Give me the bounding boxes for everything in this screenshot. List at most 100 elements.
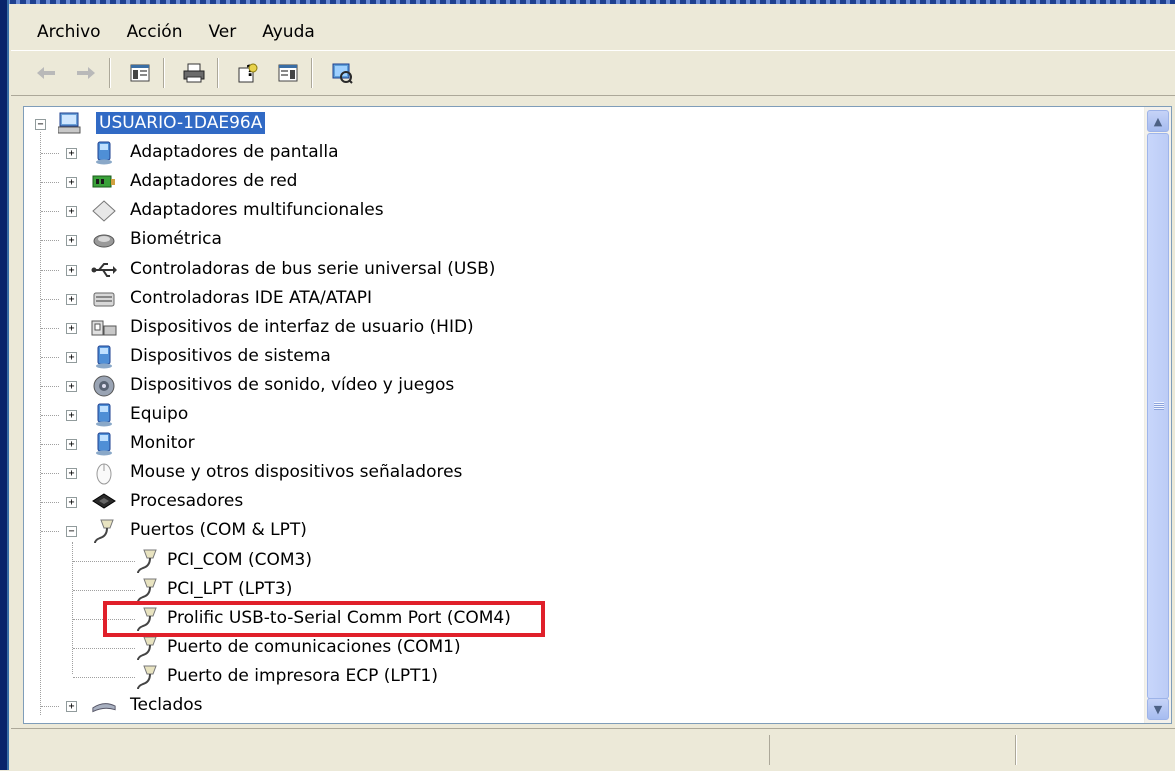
menu-accion[interactable]: Acción <box>115 22 197 42</box>
tree-line <box>41 473 59 475</box>
tree-item-procesadores[interactable]: + Procesadores <box>24 488 724 517</box>
tree-line <box>41 415 59 416</box>
tree-item-controladoras-ide-ata-atapi[interactable]: + Controladoras IDE ATA/ATAPI <box>24 285 724 314</box>
tree-item-pci-com-com3[interactable]: PCI_COM (COM3) <box>24 547 724 576</box>
tree-item-label: Puerto de comunicaciones (COM1) <box>167 636 461 657</box>
tree-item-label: PCI_COM (COM3) <box>167 549 312 570</box>
tree-item-label: Dispositivos de interfaz de usuario (HID… <box>130 316 474 337</box>
expand-toggle[interactable]: + <box>66 439 77 451</box>
back-button[interactable] <box>29 56 63 90</box>
scan-hardware-button[interactable] <box>325 56 359 90</box>
scroll-thumb[interactable] <box>1147 133 1169 699</box>
expand-toggle[interactable]: + <box>66 468 77 480</box>
tree-line <box>73 647 135 649</box>
tree-root-label: USUARIO-1DAE96A <box>96 112 266 134</box>
expand-toggle[interactable]: + <box>66 410 77 421</box>
expand-toggle[interactable]: + <box>66 293 77 305</box>
status-panel <box>1015 735 1175 765</box>
tree-root[interactable]: − USUARIO-1DAE96A <box>24 110 624 139</box>
tree-line <box>41 444 59 446</box>
tree-line <box>41 385 59 387</box>
tree-line <box>41 502 59 504</box>
menu-bar: Archivo Acción Ver Ayuda <box>11 14 1175 50</box>
processor-icon <box>91 489 117 515</box>
show-hide-console-tree-icon <box>130 64 150 82</box>
vertical-scrollbar[interactable]: ▲ ▼ <box>1144 107 1171 723</box>
tree-item-label: Dispositivos de sistema <box>130 345 331 366</box>
display-adapter-icon <box>91 140 117 166</box>
action-pane-button[interactable] <box>271 56 305 90</box>
tree-item-puerto-de-impresora-ecp-lpt1[interactable]: Puerto de impresora ECP (LPT1) <box>24 663 724 692</box>
tree-line <box>73 560 135 562</box>
scroll-down-button[interactable]: ▼ <box>1147 698 1169 720</box>
tree-item-adaptadores-de-red[interactable]: + Adaptadores de red <box>24 168 724 197</box>
port-icon <box>134 577 160 603</box>
expand-toggle[interactable]: + <box>66 322 77 334</box>
highlight-annotation <box>103 601 545 637</box>
toolbar-separator <box>311 58 313 88</box>
console-tree-button[interactable] <box>123 56 157 90</box>
tree-line <box>73 676 135 678</box>
tree-line <box>41 240 59 242</box>
tree-item-adaptadores-multifuncionales[interactable]: + Adaptadores multifuncionales <box>24 197 724 226</box>
window-left-border <box>0 0 9 770</box>
status-panel <box>769 735 1017 765</box>
tree-item-equipo[interactable]: + Equipo <box>24 401 724 430</box>
tree-item-dispositivos-de-interfaz-de-usuario-hid[interactable]: + Dispositivos de interfaz de usuario (HI… <box>24 314 724 343</box>
tree-line <box>73 589 135 591</box>
tree-item-label: Dispositivos de sonido, vídeo y juegos <box>130 374 455 395</box>
tree-item-mouse-y-otros-dispositivos-senaladores[interactable]: + Mouse y otros dispositivos señaladores <box>24 459 724 488</box>
tree-item-label: Puerto de impresora ECP (LPT1) <box>167 665 438 686</box>
expand-toggle[interactable]: + <box>66 351 77 363</box>
menu-ayuda[interactable]: Ayuda <box>250 22 329 42</box>
computer-icon <box>91 402 117 428</box>
collapse-toggle[interactable]: − <box>66 526 77 538</box>
sound-icon <box>91 373 117 399</box>
expand-toggle[interactable]: + <box>66 148 77 160</box>
multifunction-adapter-icon <box>91 198 117 224</box>
print-button[interactable] <box>177 56 211 90</box>
expand-toggle[interactable]: + <box>66 264 77 276</box>
tree-item-label: Teclados <box>130 695 203 715</box>
network-adapter-icon <box>91 169 117 195</box>
expand-toggle[interactable]: + <box>66 177 77 189</box>
ide-controller-icon <box>91 286 117 312</box>
expand-toggle[interactable]: + <box>66 235 77 247</box>
forward-button[interactable] <box>69 56 103 90</box>
port-icon <box>134 635 160 661</box>
tree-item-dispositivos-de-sistema[interactable]: + Dispositivos de sistema <box>24 343 724 372</box>
tree-line <box>41 182 59 184</box>
tree-line <box>41 269 59 271</box>
window-top-border <box>0 0 1175 4</box>
scroll-up-button[interactable]: ▲ <box>1147 110 1169 132</box>
expand-toggle[interactable]: + <box>66 380 77 392</box>
toolbar-separator <box>163 58 165 88</box>
tree-item-biometrica[interactable]: + Biométrica <box>24 226 724 255</box>
expand-toggle[interactable]: + <box>66 497 77 509</box>
menu-archivo[interactable]: Archivo <box>11 22 115 42</box>
tree-item-label: Controladoras de bus serie universal (US… <box>130 258 496 279</box>
collapse-toggle[interactable]: − <box>35 119 46 130</box>
menu-ver[interactable]: Ver <box>197 22 251 42</box>
tree-item-label: Biométrica <box>130 229 222 250</box>
expand-toggle[interactable]: + <box>66 701 77 712</box>
tree-item-teclados[interactable]: + Teclados <box>24 692 724 721</box>
tree-line <box>41 153 59 155</box>
tree-item-puertos-com-lpt[interactable]: − Puertos (COM & LPT) <box>24 517 724 546</box>
tree-line <box>41 531 59 533</box>
tree-line <box>41 327 59 329</box>
tree-item-adaptadores-de-pantalla[interactable]: + Adaptadores de pantalla <box>24 139 724 168</box>
help-button[interactable]: ? <box>231 56 265 90</box>
computer-icon <box>57 110 83 136</box>
expand-toggle[interactable]: + <box>66 206 77 218</box>
tree-item-monitor[interactable]: + Monitor <box>24 430 724 459</box>
biometric-icon <box>91 227 117 253</box>
system-device-icon <box>91 344 117 370</box>
toolbar-separator <box>109 58 111 88</box>
tree-item-dispositivos-de-sonido-video-y-juegos[interactable]: + Dispositivos de sonido, vídeo y juegos <box>24 372 724 401</box>
tree-item-controladoras-de-bus-serie-universal-usb[interactable]: + Controladoras de bus serie universal (U… <box>24 256 724 285</box>
tree-item-puerto-de-comunicaciones-com1[interactable]: Puerto de comunicaciones (COM1) <box>24 634 724 663</box>
monitor-icon <box>91 431 117 457</box>
chevron-down-icon: ▼ <box>1153 702 1163 716</box>
toolbar: ? <box>11 50 1175 96</box>
